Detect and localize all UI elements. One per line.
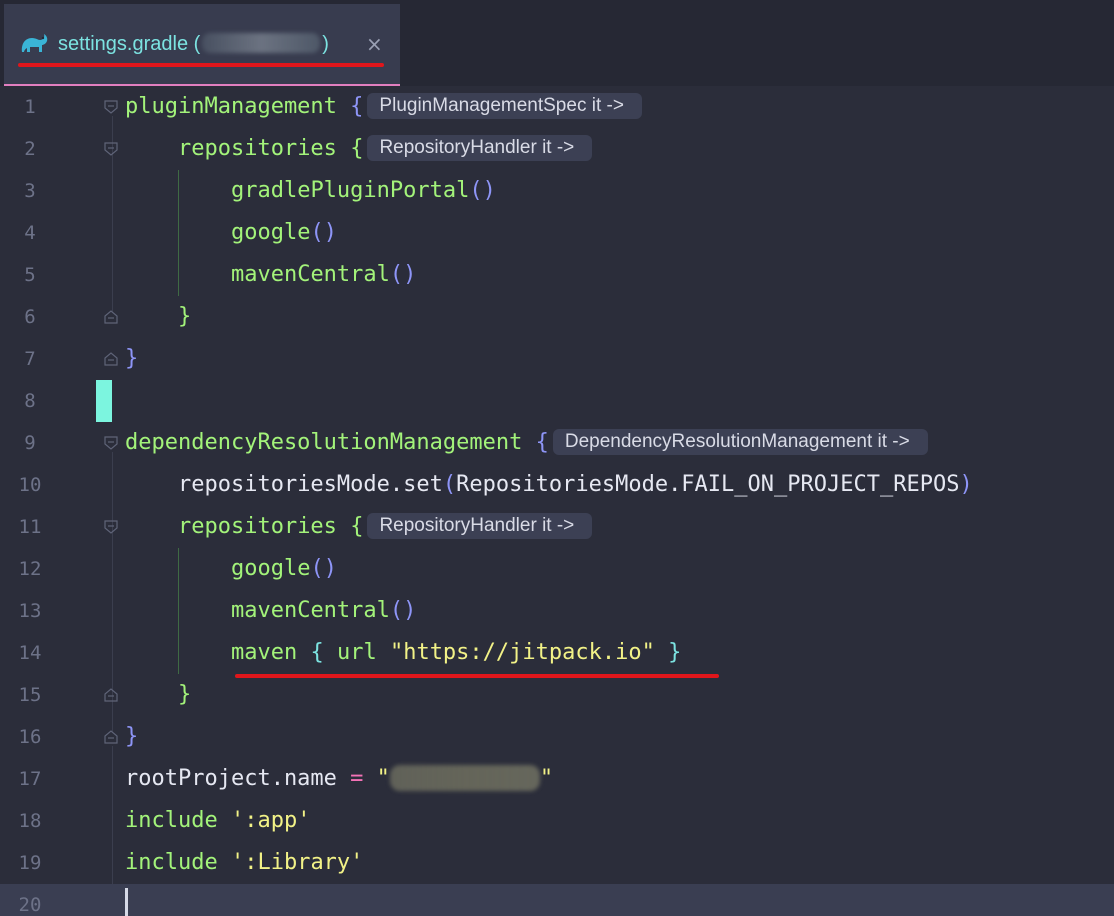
code-editor[interactable]: 1 2 3 4 5 6 7 8 9 10 11 12 13 14 15 16 1…: [0, 86, 1114, 916]
code-token: dependencyResolutionManagement: [125, 430, 523, 455]
code-line-12: google(): [230, 556, 337, 581]
inlay-hint: RepositoryHandler it ->: [367, 135, 593, 161]
code-token: url: [336, 640, 377, 665]
code-line-11: repositories {RepositoryHandler it ->: [0, 506, 1114, 548]
redacted-project-name: [389, 765, 540, 791]
code-line-9: dependencyResolutionManagement {Dependen…: [0, 422, 1114, 464]
code-line-6: }: [177, 304, 192, 329]
inlay-hint: DependencyResolutionManagement it ->: [552, 429, 928, 455]
redacted-project-name: [202, 33, 321, 53]
caret-line-marker: [96, 380, 112, 422]
text-caret: [125, 888, 128, 916]
code-token: =: [350, 766, 364, 791]
code-token: google: [230, 556, 311, 581]
current-line-highlight: [0, 884, 1114, 916]
code-line-16: }: [125, 724, 139, 749]
string-literal: ':Library': [230, 850, 364, 875]
code-token: include: [125, 808, 218, 833]
string-literal: ':app': [230, 808, 311, 833]
code-line-14: maven { url "https://jitpack.io" }: [230, 640, 682, 665]
tab-title[interactable]: settings.gradle (): [58, 30, 329, 58]
inlay-hint: PluginManagementSpec it ->: [367, 93, 642, 119]
code-line-10: repositoriesMode.set(RepositoriesMode.FA…: [177, 472, 973, 497]
code-token: repositories: [177, 136, 337, 161]
code-line-5: mavenCentral(): [230, 262, 417, 287]
code-line-13: mavenCentral(): [230, 598, 417, 623]
editor-tab-bar: settings.gradle () ×: [0, 0, 1114, 87]
code-line-17: rootProject.name = " ": [125, 765, 554, 791]
code-token: google: [230, 220, 311, 245]
code-line-3: gradlePluginPortal(): [230, 178, 496, 203]
code-line-7: }: [125, 346, 139, 371]
code-token: repositoriesMode.set: [177, 472, 443, 497]
string-literal: "https://jitpack.io": [389, 640, 655, 665]
code-line-2: repositories {RepositoryHandler it ->: [0, 128, 1114, 170]
code-line-1: pluginManagement {PluginManagementSpec i…: [0, 86, 1114, 128]
code-line-18: include ':app': [0, 800, 1114, 842]
gradle-elephant-icon: [21, 34, 48, 52]
annotation-underline-tab: [18, 63, 384, 67]
code-token: maven: [230, 640, 298, 665]
tab-title-suffix: ): [322, 33, 329, 55]
code-line-15: }: [177, 682, 192, 707]
code-token: repositories: [177, 514, 337, 539]
code-token: mavenCentral: [230, 262, 390, 287]
code-token: rootProject.name: [125, 766, 337, 791]
code-line-19: include ':Library': [0, 842, 1114, 884]
inlay-hint: RepositoryHandler it ->: [367, 513, 593, 539]
code-token: RepositoriesMode.FAIL_ON_PROJECT_REPOS: [456, 472, 960, 497]
code-token: mavenCentral: [230, 598, 390, 623]
code-token: gradlePluginPortal: [230, 178, 470, 203]
code-token: include: [125, 850, 218, 875]
tab-close-icon[interactable]: ×: [366, 32, 383, 56]
code-line-4: google(): [230, 220, 337, 245]
tab-title-prefix: settings.gradle (: [58, 33, 201, 55]
code-token: pluginManagement: [125, 94, 337, 119]
